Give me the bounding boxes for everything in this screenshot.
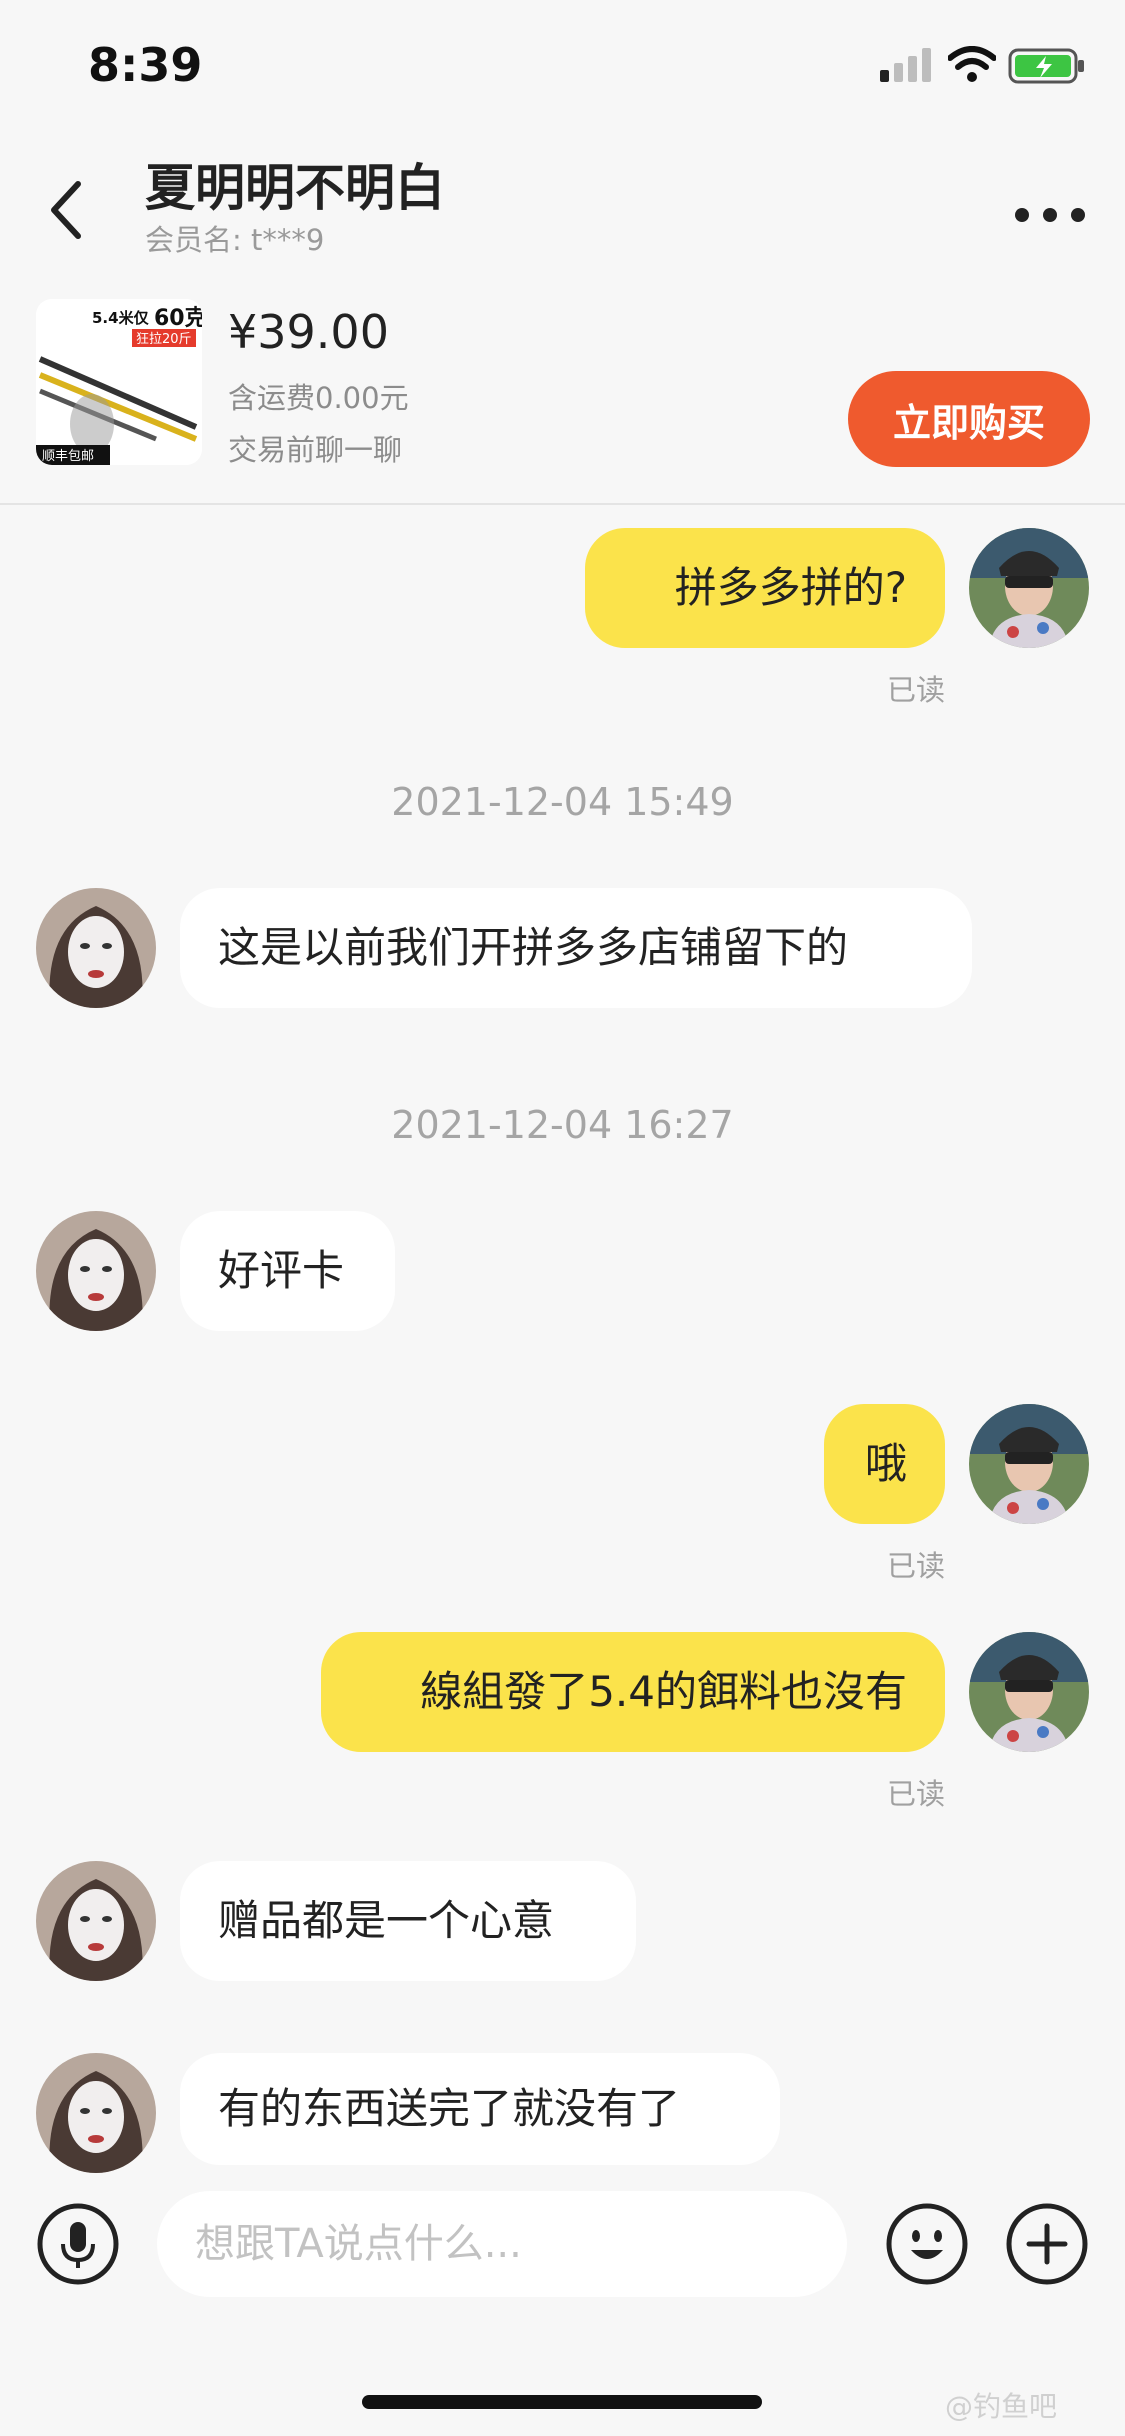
contact-avatar[interactable] bbox=[36, 1211, 156, 1331]
status-bar: 8:39 bbox=[0, 0, 1125, 140]
svg-text:顺丰包邮: 顺丰包邮 bbox=[42, 449, 94, 464]
my-message-bubble[interactable]: 拼多多拼的? bbox=[585, 528, 945, 648]
contact-name: 夏明明不明白 bbox=[145, 159, 445, 217]
shipping-fee: 含运费0.00元 bbox=[228, 381, 409, 415]
contact-avatar[interactable] bbox=[36, 2053, 156, 2173]
chat-header: 夏明明不明白 会员名: t***9 bbox=[0, 140, 1125, 285]
mic-icon[interactable] bbox=[36, 2202, 120, 2286]
my-avatar[interactable] bbox=[969, 1632, 1089, 1752]
watermark: @钓鱼吧 bbox=[945, 2390, 1058, 2423]
battery-icon bbox=[1008, 48, 1084, 84]
product-thumbnail[interactable]: 5.4米仅 60克 狂拉20斤 顺丰包邮 bbox=[36, 299, 202, 465]
my-message-bubble[interactable]: 線組發了5.4的餌料也沒有 bbox=[321, 1632, 945, 1752]
signal-icon bbox=[880, 48, 931, 82]
more-icon[interactable] bbox=[1010, 185, 1090, 245]
back-icon[interactable] bbox=[38, 170, 98, 250]
status-time: 8:39 bbox=[88, 38, 203, 92]
svg-text:5.4米仅: 5.4米仅 bbox=[92, 309, 150, 327]
buy-now-button[interactable]: 立即购买 bbox=[848, 371, 1090, 467]
product-note: 交易前聊一聊 bbox=[228, 433, 403, 467]
timestamp: 2021-12-04 15:49 bbox=[391, 780, 734, 824]
read-receipt: 已读 bbox=[887, 673, 946, 707]
home-indicator[interactable] bbox=[362, 2395, 762, 2409]
contact-avatar[interactable] bbox=[36, 888, 156, 1008]
product-card[interactable]: 5.4米仅 60克 狂拉20斤 顺丰包邮 ¥39.00 含运费0.00元 交易前… bbox=[0, 285, 1125, 505]
message-input[interactable] bbox=[157, 2191, 847, 2297]
timestamp: 2021-12-04 16:27 bbox=[391, 1103, 734, 1147]
read-receipt: 已读 bbox=[887, 1777, 946, 1811]
emoji-icon[interactable] bbox=[885, 2202, 969, 2286]
my-avatar[interactable] bbox=[969, 1404, 1089, 1524]
wifi-icon bbox=[948, 46, 996, 82]
plus-icon[interactable] bbox=[1005, 2202, 1089, 2286]
my-avatar[interactable] bbox=[969, 528, 1089, 648]
contact-message-bubble[interactable]: 好评卡 bbox=[180, 1211, 395, 1331]
product-price: ¥39.00 bbox=[228, 305, 389, 359]
my-message-bubble[interactable]: 哦 bbox=[824, 1404, 945, 1524]
svg-text:狂拉20斤: 狂拉20斤 bbox=[136, 332, 192, 347]
contact-message-bubble[interactable]: 赠品都是一个心意 bbox=[180, 1861, 636, 1981]
member-label: 会员名: t***9 bbox=[145, 223, 325, 257]
fishing-rod-image: 5.4米仅 60克 狂拉20斤 顺丰包邮 bbox=[36, 299, 202, 465]
read-receipt: 已读 bbox=[887, 1549, 946, 1583]
svg-text:60克: 60克 bbox=[154, 305, 202, 331]
contact-message-bubble[interactable]: 这是以前我们开拼多多店铺留下的 bbox=[180, 888, 972, 1008]
contact-avatar[interactable] bbox=[36, 1861, 156, 1981]
contact-message-bubble[interactable]: 有的东西送完了就没有了 bbox=[180, 2053, 780, 2165]
input-bar bbox=[0, 2158, 1125, 2328]
